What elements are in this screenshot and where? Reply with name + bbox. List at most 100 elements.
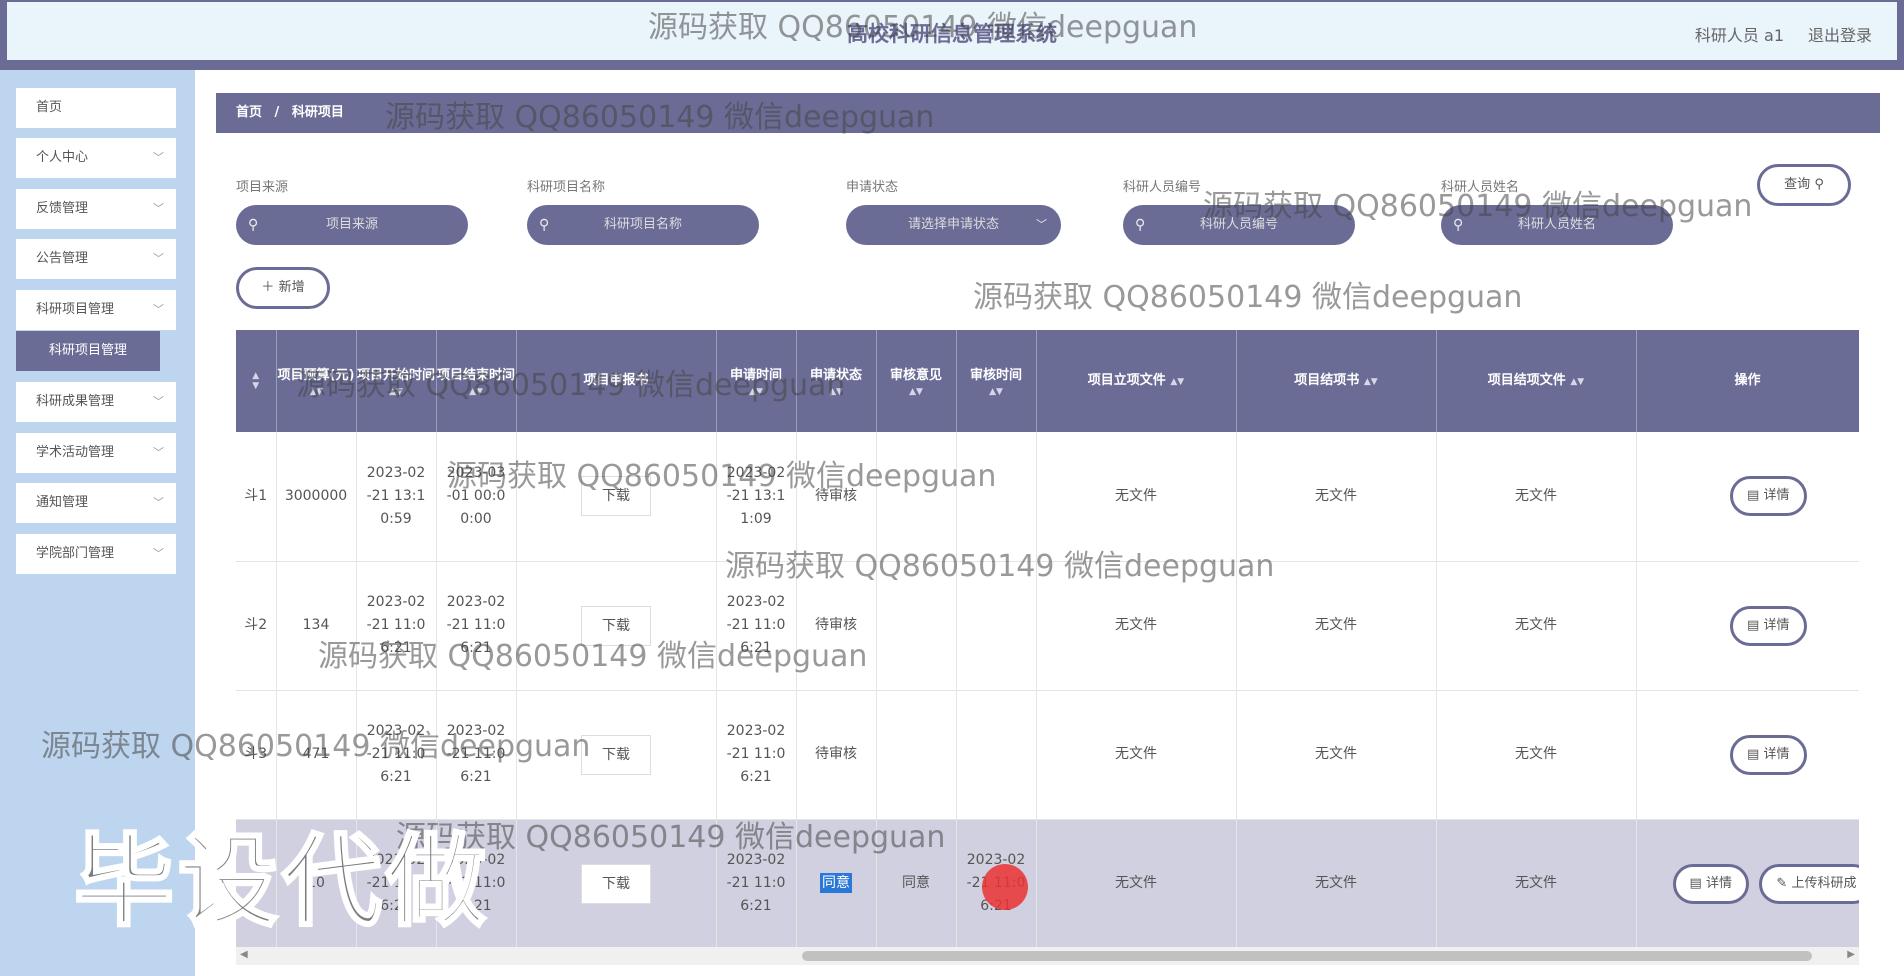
- col-header-start[interactable]: 项目开始时间 ▲▼: [356, 330, 437, 432]
- sidebar-item-feedback[interactable]: 反馈管理 ﹀: [16, 189, 176, 229]
- upload-results-button[interactable]: ✎ 上传科研成: [1759, 863, 1858, 904]
- horizontal-scrollbar[interactable]: ◀ ▶: [236, 947, 1859, 965]
- sidebar-item-home[interactable]: 首页: [16, 88, 176, 128]
- cell-end: 2023-03-01 00:00:00: [436, 432, 517, 562]
- cell-opinion: [876, 432, 957, 562]
- sidebar-item-announcements[interactable]: 公告管理 ﹀: [16, 239, 176, 279]
- sort-icon: ▲▼: [749, 387, 763, 397]
- status-select[interactable]: 请选择申请状态 ﹀: [846, 205, 1061, 245]
- sidebar-item-label: 首页: [36, 100, 63, 115]
- cell-ops: ▤ 详情 ✎ 上传科研成: [1636, 819, 1859, 947]
- col-header-conclusion-file[interactable]: 项目结项文件 ▲▼: [1436, 330, 1637, 432]
- chevron-down-icon: ﹀: [153, 252, 164, 265]
- breadcrumb-current: 科研项目: [291, 105, 344, 120]
- col-header-setup-file[interactable]: 项目立项文件 ▲▼: [1036, 330, 1237, 432]
- sidebar-item-academic-activities[interactable]: 学术活动管理 ﹀: [16, 433, 176, 473]
- search-icon: ⚲: [1814, 177, 1824, 192]
- project-name-input[interactable]: ⚲ 科研项目名称: [527, 205, 759, 245]
- chevron-down-icon: ﹀: [1036, 218, 1047, 231]
- col-header-budget[interactable]: 项目预算(元) ▲▼: [276, 330, 357, 432]
- col-header-name[interactable]: ▲ ▼: [236, 330, 277, 432]
- cell-conclusion: 无文件: [1236, 819, 1437, 947]
- researcher-name-input[interactable]: ⚲ 科研人员姓名: [1441, 205, 1673, 245]
- upload-label: 上传科研成: [1791, 875, 1857, 891]
- click-indicator: [982, 864, 1028, 910]
- download-button[interactable]: 下载: [581, 734, 651, 775]
- detail-icon: ▤: [1747, 746, 1760, 762]
- cell-ops: ▤ 详情: [1636, 690, 1859, 820]
- researcher-no-placeholder: 科研人员编号: [1199, 217, 1278, 232]
- detail-icon: ▤: [1689, 875, 1702, 891]
- table-row: 斗1 3000000 2023-02-21 13:10:59 2023-03-0…: [236, 432, 1859, 562]
- search-button[interactable]: 查询 ⚲: [1757, 164, 1851, 206]
- edit-icon: ✎: [1776, 875, 1788, 891]
- cell-apply-time: 2023-02-21 11:06:21: [716, 690, 797, 820]
- detail-button[interactable]: ▤ 详情: [1730, 605, 1807, 646]
- sort-icon: ▲▼: [829, 387, 843, 397]
- sidebar-item-departments[interactable]: 学院部门管理 ﹀: [16, 534, 176, 574]
- detail-icon: ▤: [1747, 617, 1760, 633]
- cell-name: 斗2: [236, 561, 277, 691]
- add-button[interactable]: ＋ 新增: [236, 267, 330, 309]
- detail-label: 详情: [1763, 617, 1790, 633]
- header-label: 审核时间: [969, 368, 1022, 383]
- header-label: 操作: [1734, 373, 1761, 388]
- cell-conclusion: 无文件: [1236, 432, 1437, 562]
- sidebar-item-research-projects[interactable]: 科研项目管理 ﹀: [16, 290, 176, 330]
- sidebar-item-label: 个人中心: [36, 150, 89, 165]
- cell-start: 2023-02-21 11:06:21: [356, 561, 437, 691]
- scroll-left-icon[interactable]: ◀: [240, 949, 248, 960]
- detail-button[interactable]: ▤ 详情: [1730, 476, 1807, 517]
- col-header-apply-form[interactable]: 项目申报书: [516, 330, 717, 432]
- col-header-end[interactable]: 项目结束时间 ▲▼: [436, 330, 517, 432]
- cell-review-time: [956, 432, 1037, 562]
- researcher-no-input[interactable]: ⚲ 科研人员编号: [1123, 205, 1355, 245]
- download-button[interactable]: 下载: [581, 863, 651, 904]
- cell-opinion: 同意: [876, 819, 957, 947]
- cell-conclusion: 无文件: [1236, 561, 1437, 691]
- col-header-apply-time[interactable]: 申请时间 ▲▼: [716, 330, 797, 432]
- sidebar-item-personal-center[interactable]: 个人中心 ﹀: [16, 138, 176, 178]
- col-header-apply-status[interactable]: 申请状态 ▲▼: [796, 330, 877, 432]
- status-placeholder: 请选择申请状态: [907, 217, 999, 232]
- cell-status: 待审核: [796, 690, 877, 820]
- sort-icon: ▲▼: [389, 387, 403, 397]
- filter-label-researcher-no: 科研人员编号: [1123, 180, 1202, 195]
- download-button[interactable]: 下载: [581, 476, 651, 517]
- sidebar-item-label: 科研项目管理: [36, 302, 115, 317]
- col-header-review-time[interactable]: 审核时间 ▲▼: [956, 330, 1037, 432]
- detail-button[interactable]: ▤ 详情: [1672, 863, 1749, 904]
- col-header-review-opinion[interactable]: 审核意见 ▲▼: [876, 330, 957, 432]
- chevron-down-icon: ﹀: [153, 395, 164, 408]
- sidebar-item-label: 科研成果管理: [36, 394, 115, 409]
- header-label: 申请时间: [729, 368, 782, 383]
- cell-apply-time: 2023-02-21 13:11:09: [716, 432, 797, 562]
- logout-link[interactable]: 退出登录: [1808, 22, 1872, 46]
- search-icon: ⚲: [1453, 217, 1464, 233]
- sidebar-item-label: 学院部门管理: [36, 546, 115, 561]
- detail-button[interactable]: ▤ 详情: [1730, 734, 1807, 775]
- breadcrumb-home[interactable]: 首页: [236, 105, 262, 120]
- submenu-research-project-management[interactable]: 科研项目管理: [16, 331, 160, 371]
- download-button[interactable]: 下载: [581, 605, 651, 646]
- filter-label-project-name: 科研项目名称: [527, 180, 606, 195]
- search-icon: ⚲: [539, 217, 550, 233]
- detail-label: 详情: [1705, 875, 1732, 891]
- chevron-down-icon: ﹀: [153, 496, 164, 509]
- source-input[interactable]: ⚲ 项目来源: [236, 205, 468, 245]
- filter-label-status: 申请状态: [846, 180, 899, 195]
- sidebar-item-notifications[interactable]: 通知管理 ﹀: [16, 483, 176, 523]
- sidebar-item-research-results[interactable]: 科研成果管理 ﹀: [16, 382, 176, 422]
- cell-apply-time: 2023-02-21 11:06:21: [716, 819, 797, 947]
- scroll-right-icon[interactable]: ▶: [1847, 949, 1855, 960]
- col-header-ops: 操作: [1636, 330, 1859, 432]
- cell-apply-form: 下载: [516, 561, 717, 691]
- col-header-conclusion[interactable]: 项目结项书 ▲▼: [1236, 330, 1437, 432]
- search-icon: ⚲: [1135, 217, 1146, 233]
- search-icon: ⚲: [248, 217, 259, 233]
- scrollbar-thumb[interactable]: [802, 951, 1812, 961]
- sort-icon: ▲▼: [1363, 376, 1378, 387]
- cell-status: 同意: [796, 819, 877, 947]
- cell-setup-file: 无文件: [1036, 819, 1237, 947]
- watermark-big: 毕设代做: [73, 822, 490, 942]
